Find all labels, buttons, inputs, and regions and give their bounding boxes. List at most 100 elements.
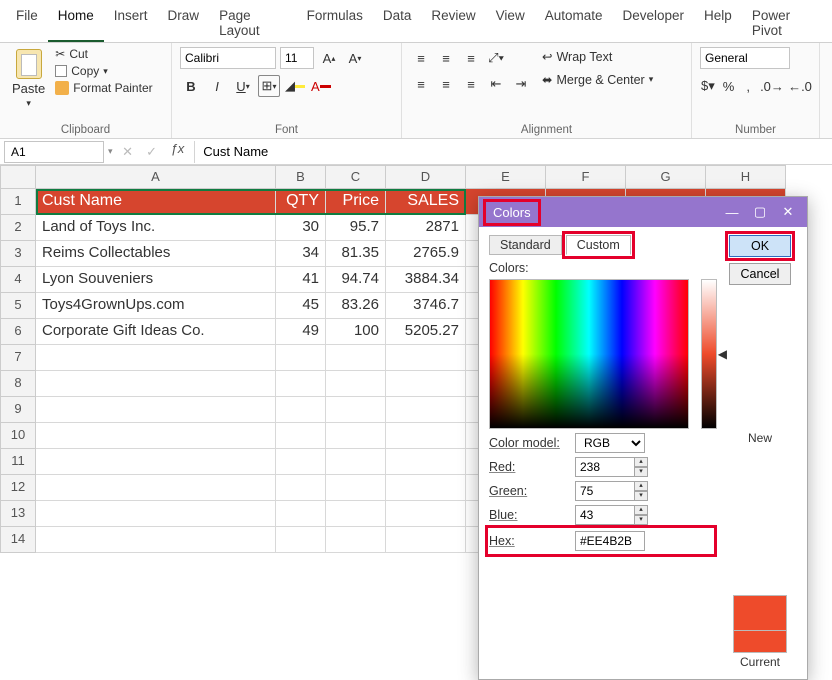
align-bottom-button[interactable]: ≡ xyxy=(460,47,482,69)
tab-developer[interactable]: Developer xyxy=(613,4,695,42)
cell-C13[interactable] xyxy=(326,501,386,527)
row-header-3[interactable]: 3 xyxy=(0,241,36,267)
col-header-B[interactable]: B xyxy=(276,165,326,189)
row-header-8[interactable]: 8 xyxy=(0,371,36,397)
fill-color-button[interactable]: ◢ xyxy=(284,75,306,97)
slider-thumb-icon[interactable]: ◀ xyxy=(718,347,727,361)
select-all-corner[interactable] xyxy=(0,165,36,189)
cell-A14[interactable] xyxy=(36,527,276,553)
cell-C1[interactable]: Price xyxy=(326,189,386,215)
name-box[interactable] xyxy=(4,141,104,163)
align-center-button[interactable]: ≡ xyxy=(435,73,457,95)
col-header-H[interactable]: H xyxy=(706,165,786,189)
underline-button[interactable]: U▾ xyxy=(232,75,254,97)
paste-button[interactable]: Paste ▾ xyxy=(8,47,49,111)
cell-A11[interactable] xyxy=(36,449,276,475)
cell-D4[interactable]: 3884.34 xyxy=(386,267,466,293)
cell-C14[interactable] xyxy=(326,527,386,553)
tab-file[interactable]: File xyxy=(6,4,48,42)
cell-A6[interactable]: Corporate Gift Ideas Co. xyxy=(36,319,276,345)
cancel-button[interactable]: Cancel xyxy=(729,263,791,285)
cell-B11[interactable] xyxy=(276,449,326,475)
cell-A8[interactable] xyxy=(36,371,276,397)
maximize-icon[interactable]: ▢ xyxy=(749,201,771,223)
row-header-9[interactable]: 9 xyxy=(0,397,36,423)
tab-view[interactable]: View xyxy=(486,4,535,42)
tab-standard[interactable]: Standard xyxy=(489,235,562,255)
row-header-5[interactable]: 5 xyxy=(0,293,36,319)
row-header-6[interactable]: 6 xyxy=(0,319,36,345)
cell-A7[interactable] xyxy=(36,345,276,371)
cell-B14[interactable] xyxy=(276,527,326,553)
copy-button[interactable]: Copy▾ xyxy=(55,64,152,78)
cell-C4[interactable]: 94.74 xyxy=(326,267,386,293)
row-header-7[interactable]: 7 xyxy=(0,345,36,371)
tab-draw[interactable]: Draw xyxy=(158,4,210,42)
tab-data[interactable]: Data xyxy=(373,4,422,42)
spin-down[interactable]: ▾ xyxy=(634,515,648,525)
decrease-decimal-button[interactable]: ←.0 xyxy=(789,75,811,97)
minimize-icon[interactable]: — xyxy=(721,201,743,223)
col-header-C[interactable]: C xyxy=(326,165,386,189)
cell-C2[interactable]: 95.7 xyxy=(326,215,386,241)
font-size-select[interactable] xyxy=(280,47,314,69)
spin-up[interactable]: ▴ xyxy=(634,505,648,515)
col-header-E[interactable]: E xyxy=(466,165,546,189)
decrease-font-button[interactable]: A▾ xyxy=(344,47,366,69)
align-right-button[interactable]: ≡ xyxy=(460,73,482,95)
cell-C7[interactable] xyxy=(326,345,386,371)
cell-C5[interactable]: 83.26 xyxy=(326,293,386,319)
cell-A1[interactable]: Cust Name xyxy=(36,189,276,215)
cell-D2[interactable]: 2871 xyxy=(386,215,466,241)
luminance-slider[interactable] xyxy=(701,279,717,429)
align-middle-button[interactable]: ≡ xyxy=(435,47,457,69)
format-painter-button[interactable]: Format Painter xyxy=(55,81,152,95)
wrap-text-button[interactable]: ↩Wrap Text xyxy=(538,47,657,66)
cut-button[interactable]: ✂Cut xyxy=(55,47,152,61)
row-header-10[interactable]: 10 xyxy=(0,423,36,449)
formula-bar[interactable] xyxy=(194,141,832,163)
cell-C9[interactable] xyxy=(326,397,386,423)
merge-center-button[interactable]: ⬌Merge & Center▾ xyxy=(538,70,657,89)
percent-button[interactable]: % xyxy=(722,75,736,97)
font-name-select[interactable] xyxy=(180,47,276,69)
cancel-formula-button[interactable]: ✕ xyxy=(117,141,139,163)
cell-D10[interactable] xyxy=(386,423,466,449)
cell-A4[interactable]: Lyon Souveniers xyxy=(36,267,276,293)
cell-B12[interactable] xyxy=(276,475,326,501)
color-model-select[interactable]: RGB xyxy=(575,433,645,453)
cell-D12[interactable] xyxy=(386,475,466,501)
cell-C12[interactable] xyxy=(326,475,386,501)
cell-A12[interactable] xyxy=(36,475,276,501)
cell-A3[interactable]: Reims Collectables xyxy=(36,241,276,267)
cell-D8[interactable] xyxy=(386,371,466,397)
font-color-button[interactable]: A xyxy=(310,75,332,97)
cell-B4[interactable]: 41 xyxy=(276,267,326,293)
cell-D14[interactable] xyxy=(386,527,466,553)
tab-page-layout[interactable]: Page Layout xyxy=(209,4,297,42)
cell-B13[interactable] xyxy=(276,501,326,527)
col-header-D[interactable]: D xyxy=(386,165,466,189)
cell-B5[interactable]: 45 xyxy=(276,293,326,319)
tab-home[interactable]: Home xyxy=(48,4,104,42)
borders-button[interactable]: ⊞▾ xyxy=(258,75,280,97)
cell-D6[interactable]: 5205.27 xyxy=(386,319,466,345)
row-header-12[interactable]: 12 xyxy=(0,475,36,501)
cell-B2[interactable]: 30 xyxy=(276,215,326,241)
increase-decimal-button[interactable]: .0→ xyxy=(761,75,783,97)
col-header-G[interactable]: G xyxy=(626,165,706,189)
align-left-button[interactable]: ≡ xyxy=(410,73,432,95)
tab-automate[interactable]: Automate xyxy=(535,4,613,42)
cell-C11[interactable] xyxy=(326,449,386,475)
chevron-down-icon[interactable]: ▾ xyxy=(108,146,117,157)
hex-input[interactable] xyxy=(575,531,645,551)
cell-D11[interactable] xyxy=(386,449,466,475)
tab-custom[interactable]: Custom xyxy=(566,235,631,255)
cell-B8[interactable] xyxy=(276,371,326,397)
comma-button[interactable]: , xyxy=(741,75,755,97)
cell-C8[interactable] xyxy=(326,371,386,397)
row-header-1[interactable]: 1 xyxy=(0,189,36,215)
blue-input[interactable] xyxy=(575,505,635,525)
enter-formula-button[interactable]: ✓ xyxy=(141,141,163,163)
italic-button[interactable]: I xyxy=(206,75,228,97)
